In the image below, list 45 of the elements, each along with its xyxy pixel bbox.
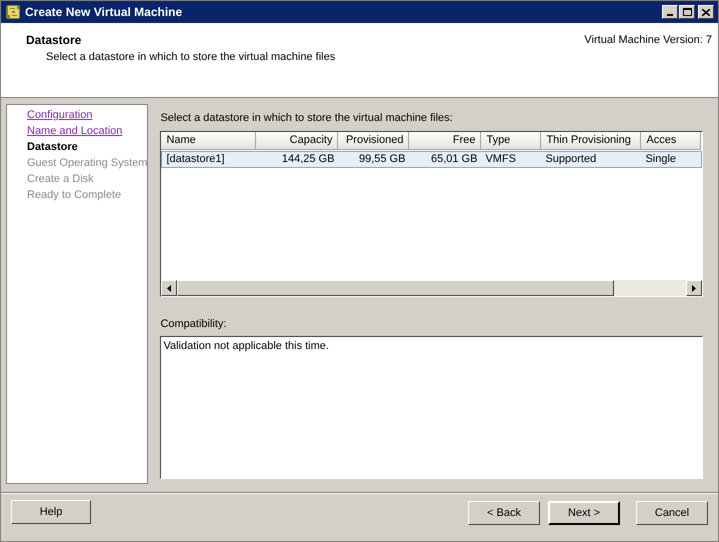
page-heading: Datastore <box>26 32 82 49</box>
app-icon <box>5 4 21 20</box>
table-cell: 99,55 GB <box>358 153 406 165</box>
left-arrow-icon <box>167 284 172 292</box>
window-title: Create New Virtual Machine <box>25 4 184 21</box>
scroll-thumb[interactable] <box>177 280 614 296</box>
column-header[interactable]: Name <box>161 132 256 150</box>
back-button[interactable]: < Back <box>468 501 540 525</box>
column-header[interactable]: Free <box>409 132 482 150</box>
step-item: Ready to Complete <box>27 188 122 203</box>
column-header[interactable]: Provisioned <box>338 132 410 150</box>
table-cell: Single <box>645 153 676 165</box>
table-cell: Supported <box>545 153 596 165</box>
close-button[interactable] <box>698 5 714 19</box>
column-header[interactable]: Acces <box>641 132 702 150</box>
maximize-button[interactable] <box>679 5 695 19</box>
scroll-left-button[interactable] <box>161 280 178 296</box>
table-row[interactable]: [datastore1] 144,25 GB 99,55 GB 65,01 GB VMFS Supported Single <box>161 151 702 168</box>
instruction-text: Select a datastore in which to store the virtual machine files: <box>160 111 454 126</box>
next-button[interactable]: Next > <box>548 501 620 525</box>
table-cell: VMFS <box>485 153 516 165</box>
step-item: Datastore <box>27 140 79 155</box>
scroll-right-button[interactable] <box>686 280 702 296</box>
compatibility-message: Validation not applicable this time. <box>163 340 329 352</box>
column-header[interactable]: Thin Provisioning <box>541 132 642 150</box>
table-cell: 65,01 GB <box>430 153 478 165</box>
step-link[interactable]: Configuration <box>27 107 148 123</box>
compatibility-label: Compatibility: <box>160 317 228 332</box>
table-cell: [datastore1] <box>166 153 225 165</box>
step-item: Guest Operating System <box>27 156 148 171</box>
column-header[interactable]: Type <box>481 132 542 150</box>
horizontal-scrollbar[interactable] <box>161 280 702 296</box>
step-item: Create a Disk <box>27 172 95 187</box>
column-header[interactable]: Capacity <box>256 132 338 150</box>
step-link[interactable]: Name and Location <box>27 123 148 139</box>
help-button[interactable]: Help <box>11 500 91 524</box>
table-cell: 144,25 GB <box>282 153 334 165</box>
cancel-button[interactable]: Cancel <box>636 501 708 525</box>
minimize-icon <box>667 14 673 16</box>
close-icon <box>702 8 710 16</box>
right-arrow-icon <box>692 284 696 292</box>
maximize-icon <box>682 8 692 16</box>
page-description: Select a datastore in which to store the virtual machine files <box>45 50 336 65</box>
minimize-button[interactable] <box>662 5 678 19</box>
version-label: Virtual Machine Version: 7 <box>584 33 712 48</box>
